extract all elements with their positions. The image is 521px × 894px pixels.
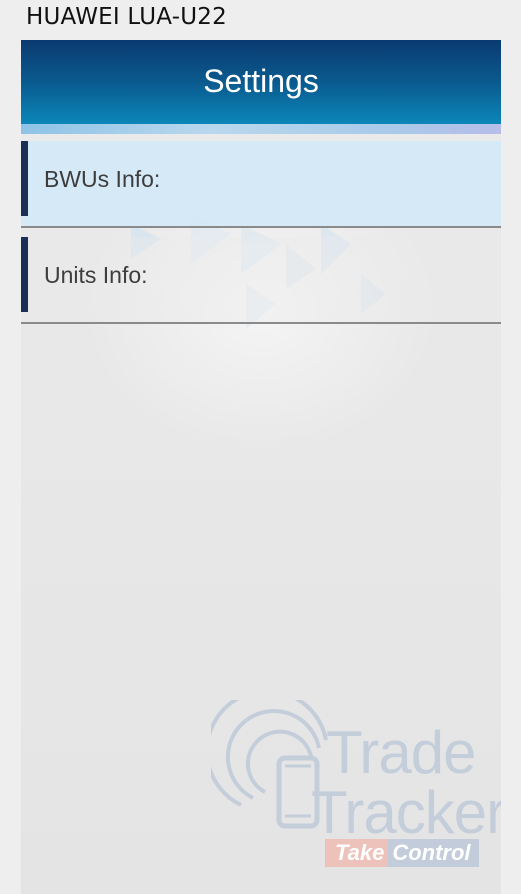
page-title: Settings bbox=[203, 63, 319, 99]
brand-name-line2: Tracker bbox=[311, 779, 501, 846]
tagline-part2: Control bbox=[388, 839, 479, 867]
item-accent-bar bbox=[21, 237, 28, 312]
settings-item-label: BWUs Info: bbox=[44, 166, 161, 192]
item-accent-bar bbox=[21, 141, 28, 216]
settings-item-bwus-info[interactable]: BWUs Info: bbox=[21, 141, 501, 228]
app-screen: Settings BWUs Info: Units Info: Trade Tr… bbox=[21, 40, 501, 894]
settings-item-units-info[interactable]: Units Info: bbox=[21, 237, 501, 324]
settings-list: BWUs Info: Units Info: bbox=[21, 141, 501, 324]
brand-name-line1: Trade bbox=[326, 719, 477, 786]
app-header: Settings bbox=[21, 40, 501, 124]
header-accent-strip bbox=[21, 124, 501, 134]
device-name-label: HUAWEI LUA-U22 bbox=[26, 4, 227, 30]
brand-tagline: Take Control bbox=[325, 839, 485, 867]
tagline-part1: Take bbox=[325, 839, 389, 867]
settings-item-label: Units Info: bbox=[44, 262, 148, 288]
brand-watermark: Trade Tracker Take Control bbox=[211, 700, 501, 880]
